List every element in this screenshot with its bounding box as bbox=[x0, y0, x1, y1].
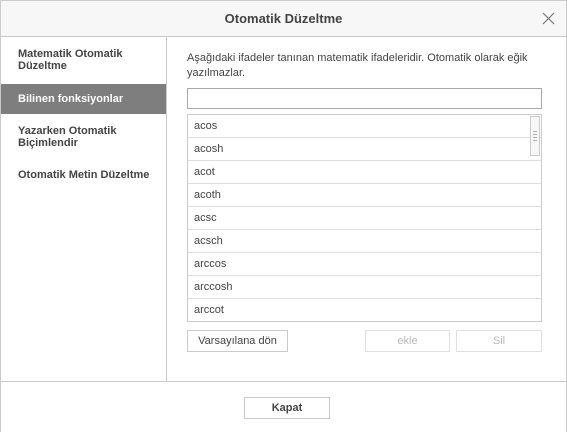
scrollbar[interactable] bbox=[530, 116, 540, 156]
autocorrect-dialog: Otomatik Düzeltme Matematik Otomatik Düz… bbox=[0, 0, 567, 432]
list-item[interactable]: arccos bbox=[188, 253, 541, 276]
close-icon[interactable] bbox=[540, 10, 557, 27]
add-button[interactable]: ekle bbox=[365, 330, 450, 352]
list-item[interactable]: acosh bbox=[188, 138, 541, 161]
function-input[interactable] bbox=[187, 88, 542, 109]
list-item[interactable]: arccot bbox=[188, 299, 541, 321]
list-item[interactable]: acsc bbox=[188, 207, 541, 230]
delete-button[interactable]: Sil bbox=[456, 330, 542, 352]
sidebar-item-label: Bilinen fonksiyonlar bbox=[18, 93, 124, 105]
list-item[interactable]: acsch bbox=[188, 230, 541, 253]
dialog-title: Otomatik Düzeltme bbox=[224, 11, 343, 26]
scrollbar-grip bbox=[533, 131, 537, 132]
list-item[interactable]: acoth bbox=[188, 184, 541, 207]
scrollbar-grip bbox=[533, 134, 537, 135]
sidebar-item-label: Matematik Otomatik Düzeltme bbox=[18, 48, 123, 72]
list-item[interactable]: acos bbox=[188, 115, 541, 138]
list-item[interactable]: acot bbox=[188, 161, 541, 184]
sidebar: Matematik Otomatik Düzeltme Bilinen fonk… bbox=[1, 37, 167, 381]
function-list[interactable]: acos acosh acot acoth acsc acsch arccos arccosh… bbox=[187, 114, 542, 322]
scrollbar-grip bbox=[533, 137, 537, 138]
sidebar-item-math-autocorrect[interactable]: Matematik Otomatik Düzeltme bbox=[1, 37, 166, 84]
sidebar-item-recognized-functions[interactable]: Bilinen fonksiyonlar bbox=[1, 84, 166, 114]
sidebar-item-label: Yazarken Otomatik Biçimlendir bbox=[18, 125, 117, 149]
main-panel: Aşağıdaki ifadeler tanınan matematik ifa… bbox=[167, 37, 566, 381]
dialog-titlebar: Otomatik Düzeltme bbox=[1, 1, 566, 37]
sidebar-item-autoformat-as-you-type[interactable]: Yazarken Otomatik Biçimlendir bbox=[1, 114, 166, 159]
scrollbar-grip bbox=[533, 140, 537, 141]
dialog-footer: Kapat bbox=[1, 381, 566, 432]
reset-to-default-button[interactable]: Varsayılana dön bbox=[187, 330, 288, 352]
sidebar-item-label: Otomatik Metin Düzeltme bbox=[18, 169, 150, 181]
list-item[interactable]: arccosh bbox=[188, 276, 541, 299]
close-button[interactable]: Kapat bbox=[244, 397, 330, 419]
sidebar-item-text-autocorrect[interactable]: Otomatik Metin Düzeltme bbox=[1, 159, 166, 189]
description-text: Aşağıdaki ifadeler tanınan matematik ifa… bbox=[187, 52, 528, 79]
